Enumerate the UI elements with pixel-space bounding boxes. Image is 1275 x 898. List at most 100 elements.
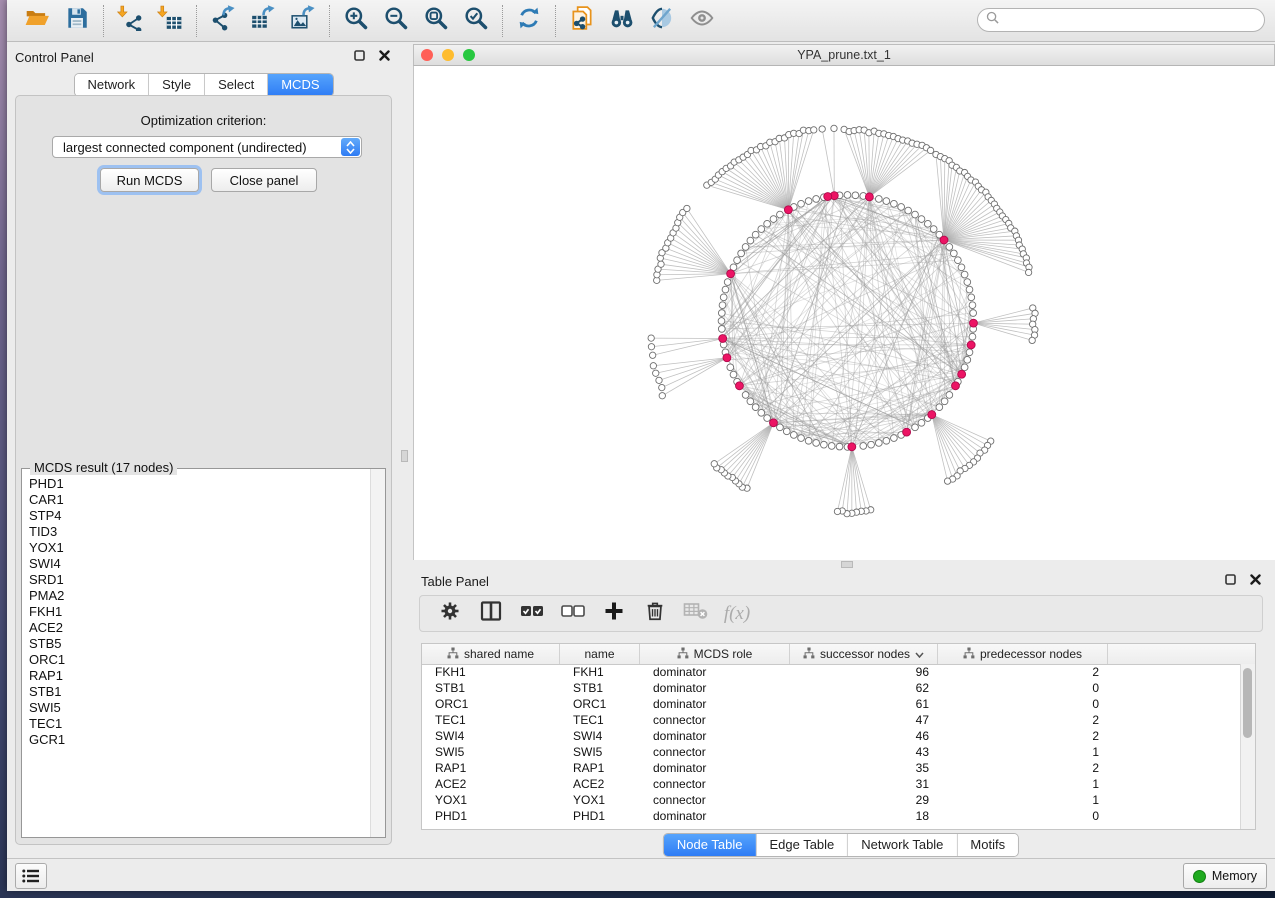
tab-mcds[interactable]: MCDS (268, 74, 332, 96)
table-row[interactable]: TEC1TEC1connector472 (422, 712, 1241, 728)
close-panel-button[interactable]: Close panel (211, 168, 317, 192)
tab-network-table[interactable]: Network Table (848, 834, 957, 856)
zoom-fit-icon (423, 5, 449, 36)
node-table: shared name name MCDS role successor nodes p… (421, 643, 1256, 830)
export-network-button[interactable] (207, 5, 239, 37)
clone-network-button[interactable] (566, 5, 598, 37)
eye-icon (689, 5, 715, 36)
network-graph (414, 66, 1275, 560)
trash-button[interactable] (642, 601, 668, 627)
cell-MCDS-role: dominator (640, 681, 790, 695)
cell-successor-nodes: 61 (790, 697, 938, 711)
tab-motifs[interactable]: Motifs (957, 834, 1018, 856)
add-icon (602, 599, 626, 628)
column-label: predecessor nodes (980, 647, 1082, 661)
memory-button[interactable]: Memory (1183, 863, 1267, 889)
tab-edge-table[interactable]: Edge Table (756, 834, 848, 856)
table-panel-tabs: Node TableEdge TableNetwork TableMotifs (663, 833, 1019, 857)
control-panel-tabs: NetworkStyleSelectMCDS (73, 73, 333, 97)
result-list-scrollbar[interactable] (370, 469, 385, 837)
export-table-button[interactable] (247, 5, 279, 37)
cell-successor-nodes: 62 (790, 681, 938, 695)
export-image-button[interactable] (287, 5, 319, 37)
mcds-result-item: YOX1 (29, 540, 371, 556)
select-all-button[interactable] (519, 601, 545, 627)
optimization-criterion-select[interactable]: largest connected component (undirected) (52, 136, 362, 158)
add-button[interactable] (601, 601, 627, 627)
close-panel-icon[interactable] (1250, 572, 1261, 590)
vertical-splitter[interactable] (400, 42, 407, 858)
zoom-in-button[interactable] (340, 5, 372, 37)
cell-predecessor-nodes: 2 (938, 761, 1108, 775)
column-header-predecessor-nodes[interactable]: predecessor nodes (938, 644, 1108, 664)
tab-network[interactable]: Network (74, 74, 149, 96)
network-window-titlebar: YPA_prune.txt_1 (413, 44, 1275, 66)
binoculars-button[interactable] (606, 5, 638, 37)
tab-style[interactable]: Style (149, 74, 205, 96)
table-row[interactable]: SWI4SWI4dominator462 (422, 728, 1241, 744)
mcds-result-item: SWI4 (29, 556, 371, 572)
column-label: name (584, 647, 614, 661)
graphics-details-button[interactable] (646, 5, 678, 37)
import-network-icon (117, 5, 143, 36)
open-folder-icon (24, 5, 50, 36)
table-row[interactable]: FKH1FKH1dominator962 (422, 664, 1241, 680)
delete-table-button[interactable] (683, 601, 709, 627)
memory-label: Memory (1212, 869, 1257, 883)
cell-name: TEC1 (560, 713, 640, 727)
import-table-button[interactable] (154, 5, 186, 37)
refresh-icon (516, 5, 542, 36)
table-row[interactable]: PHD1PHD1dominator180 (422, 808, 1241, 824)
table-row[interactable]: ACE2ACE2connector311 (422, 776, 1241, 792)
table-row[interactable]: RAP1RAP1dominator352 (422, 760, 1241, 776)
float-panel-icon[interactable] (354, 48, 365, 66)
trash-icon (644, 600, 666, 627)
graphics-details-icon (649, 5, 675, 36)
table-row[interactable]: ORC1ORC1dominator610 (422, 696, 1241, 712)
table-scrollbar[interactable] (1240, 664, 1255, 829)
cell-MCDS-role: dominator (640, 729, 790, 743)
cell-predecessor-nodes: 1 (938, 793, 1108, 807)
float-panel-icon[interactable] (1225, 572, 1236, 590)
cell-predecessor-nodes: 0 (938, 809, 1108, 823)
table-row[interactable]: STB1STB1dominator620 (422, 680, 1241, 696)
deselect-all-button[interactable] (560, 601, 586, 627)
table-row[interactable]: SWI5SWI5connector431 (422, 744, 1241, 760)
table-row[interactable]: YOX1YOX1connector291 (422, 792, 1241, 808)
columns-button[interactable] (478, 601, 504, 627)
automation-menu-button[interactable] (15, 863, 47, 889)
mcds-result-item: FKH1 (29, 604, 371, 620)
network-canvas[interactable] (413, 66, 1275, 560)
tab-select[interactable]: Select (205, 74, 268, 96)
cell-shared-name: SWI4 (422, 729, 560, 743)
gear-button[interactable] (437, 601, 463, 627)
column-header-MCDS-role[interactable]: MCDS role (640, 644, 790, 664)
run-mcds-button[interactable]: Run MCDS (100, 168, 199, 192)
column-header-name[interactable]: name (560, 644, 640, 664)
cell-name: STB1 (560, 681, 640, 695)
column-header-successor-nodes[interactable]: successor nodes (790, 644, 938, 664)
zoom-fit-button[interactable] (420, 5, 452, 37)
column-header-shared-name[interactable]: shared name (422, 644, 560, 664)
cell-MCDS-role: dominator (640, 697, 790, 711)
zoom-selected-button[interactable] (460, 5, 492, 37)
selected-criterion: largest connected component (undirected) (53, 140, 341, 155)
column-label: successor nodes (820, 647, 910, 661)
eye-button[interactable] (686, 5, 718, 37)
search-input[interactable] (1004, 12, 1248, 28)
open-folder-button[interactable] (21, 5, 53, 37)
refresh-button[interactable] (513, 5, 545, 37)
horizontal-splitter[interactable] (407, 560, 1275, 567)
table-panel-title: Table Panel (421, 574, 489, 589)
zoom-out-button[interactable] (380, 5, 412, 37)
tab-node-table[interactable]: Node Table (664, 834, 757, 856)
fx-button[interactable]: f(x) (724, 601, 750, 627)
cell-name: SWI4 (560, 729, 640, 743)
hierarchy-icon (447, 647, 459, 662)
mcds-result-item: STB5 (29, 636, 371, 652)
save-button[interactable] (61, 5, 93, 37)
scrollbar-thumb[interactable] (1243, 668, 1252, 738)
close-panel-icon[interactable] (379, 48, 390, 66)
search-field[interactable] (977, 8, 1265, 32)
import-network-button[interactable] (114, 5, 146, 37)
